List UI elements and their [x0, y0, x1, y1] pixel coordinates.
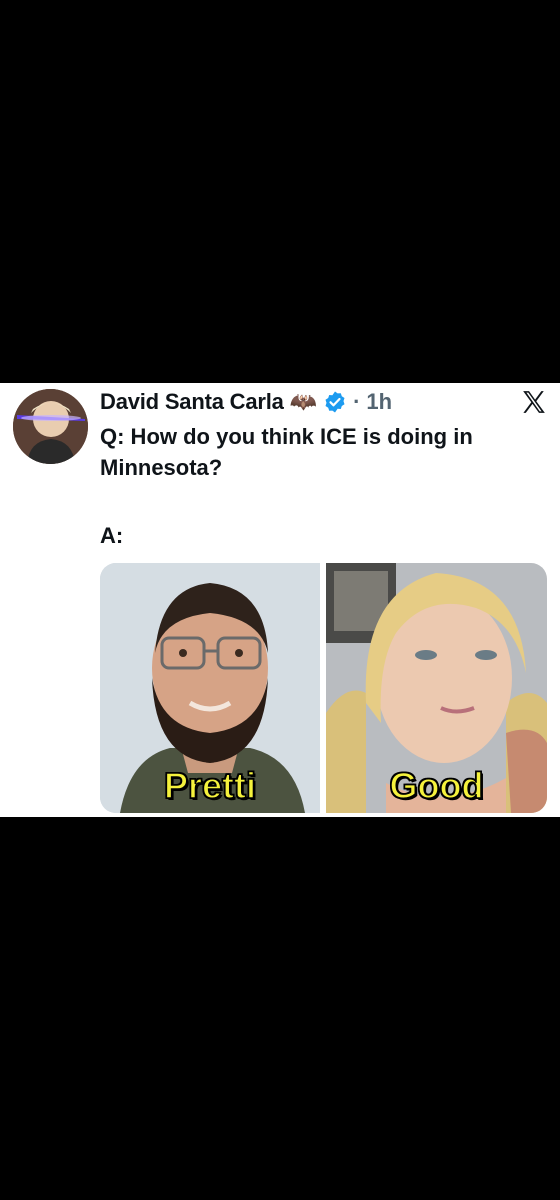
media-photo-right[interactable]: Good: [326, 563, 547, 813]
caption-left: Pretti: [163, 764, 257, 807]
tweet-text: Q: How do you think ICE is doing in Minn…: [100, 424, 473, 480]
tweet-answer: A:: [100, 523, 124, 548]
verified-badge-icon: [325, 391, 345, 413]
bat-emoji: 🦇: [289, 389, 318, 414]
timestamp[interactable]: 1h: [366, 389, 392, 415]
media-grid[interactable]: Pretti Good: [100, 563, 547, 813]
media-photo-left[interactable]: Pretti: [100, 563, 320, 813]
x-logo-icon[interactable]: [521, 389, 547, 415]
caption-right: Good: [389, 764, 484, 807]
tweet-card[interactable]: David Santa Carla 🦇 · 1h Q: How do you t…: [0, 383, 560, 817]
avatar[interactable]: [13, 389, 88, 464]
avatar-image: [13, 389, 88, 464]
display-name[interactable]: David Santa Carla: [100, 389, 284, 415]
tweet-header: David Santa Carla 🦇 · 1h: [100, 386, 392, 418]
separator-dot: ·: [353, 389, 361, 414]
